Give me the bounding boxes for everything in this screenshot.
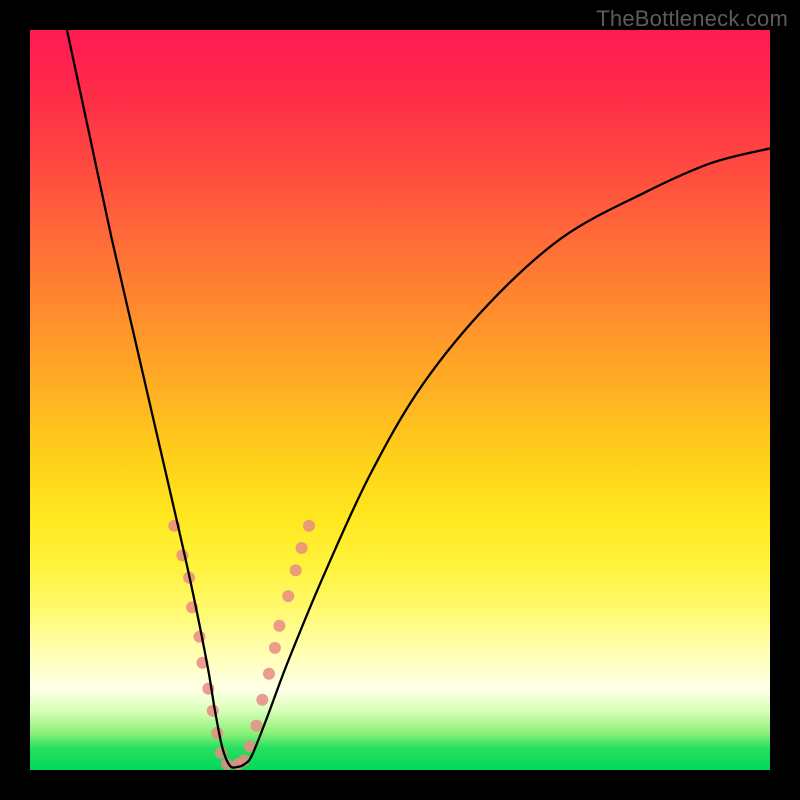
highlight-dot — [263, 668, 275, 680]
highlight-dot — [290, 564, 302, 576]
highlight-dot — [282, 590, 294, 602]
highlight-dot — [250, 720, 262, 732]
chart-frame: TheBottleneck.com — [0, 0, 800, 800]
highlight-dot — [296, 542, 308, 554]
watermark-text: TheBottleneck.com — [596, 6, 788, 32]
chart-svg — [30, 30, 770, 770]
highlight-dot — [269, 642, 281, 654]
highlight-dots-layer — [168, 520, 315, 770]
plot-area — [30, 30, 770, 770]
highlight-dot — [303, 520, 315, 532]
highlight-dot — [273, 620, 285, 632]
highlight-dot — [207, 705, 219, 717]
highlight-dot — [256, 694, 268, 706]
bottleneck-curve — [67, 30, 770, 768]
